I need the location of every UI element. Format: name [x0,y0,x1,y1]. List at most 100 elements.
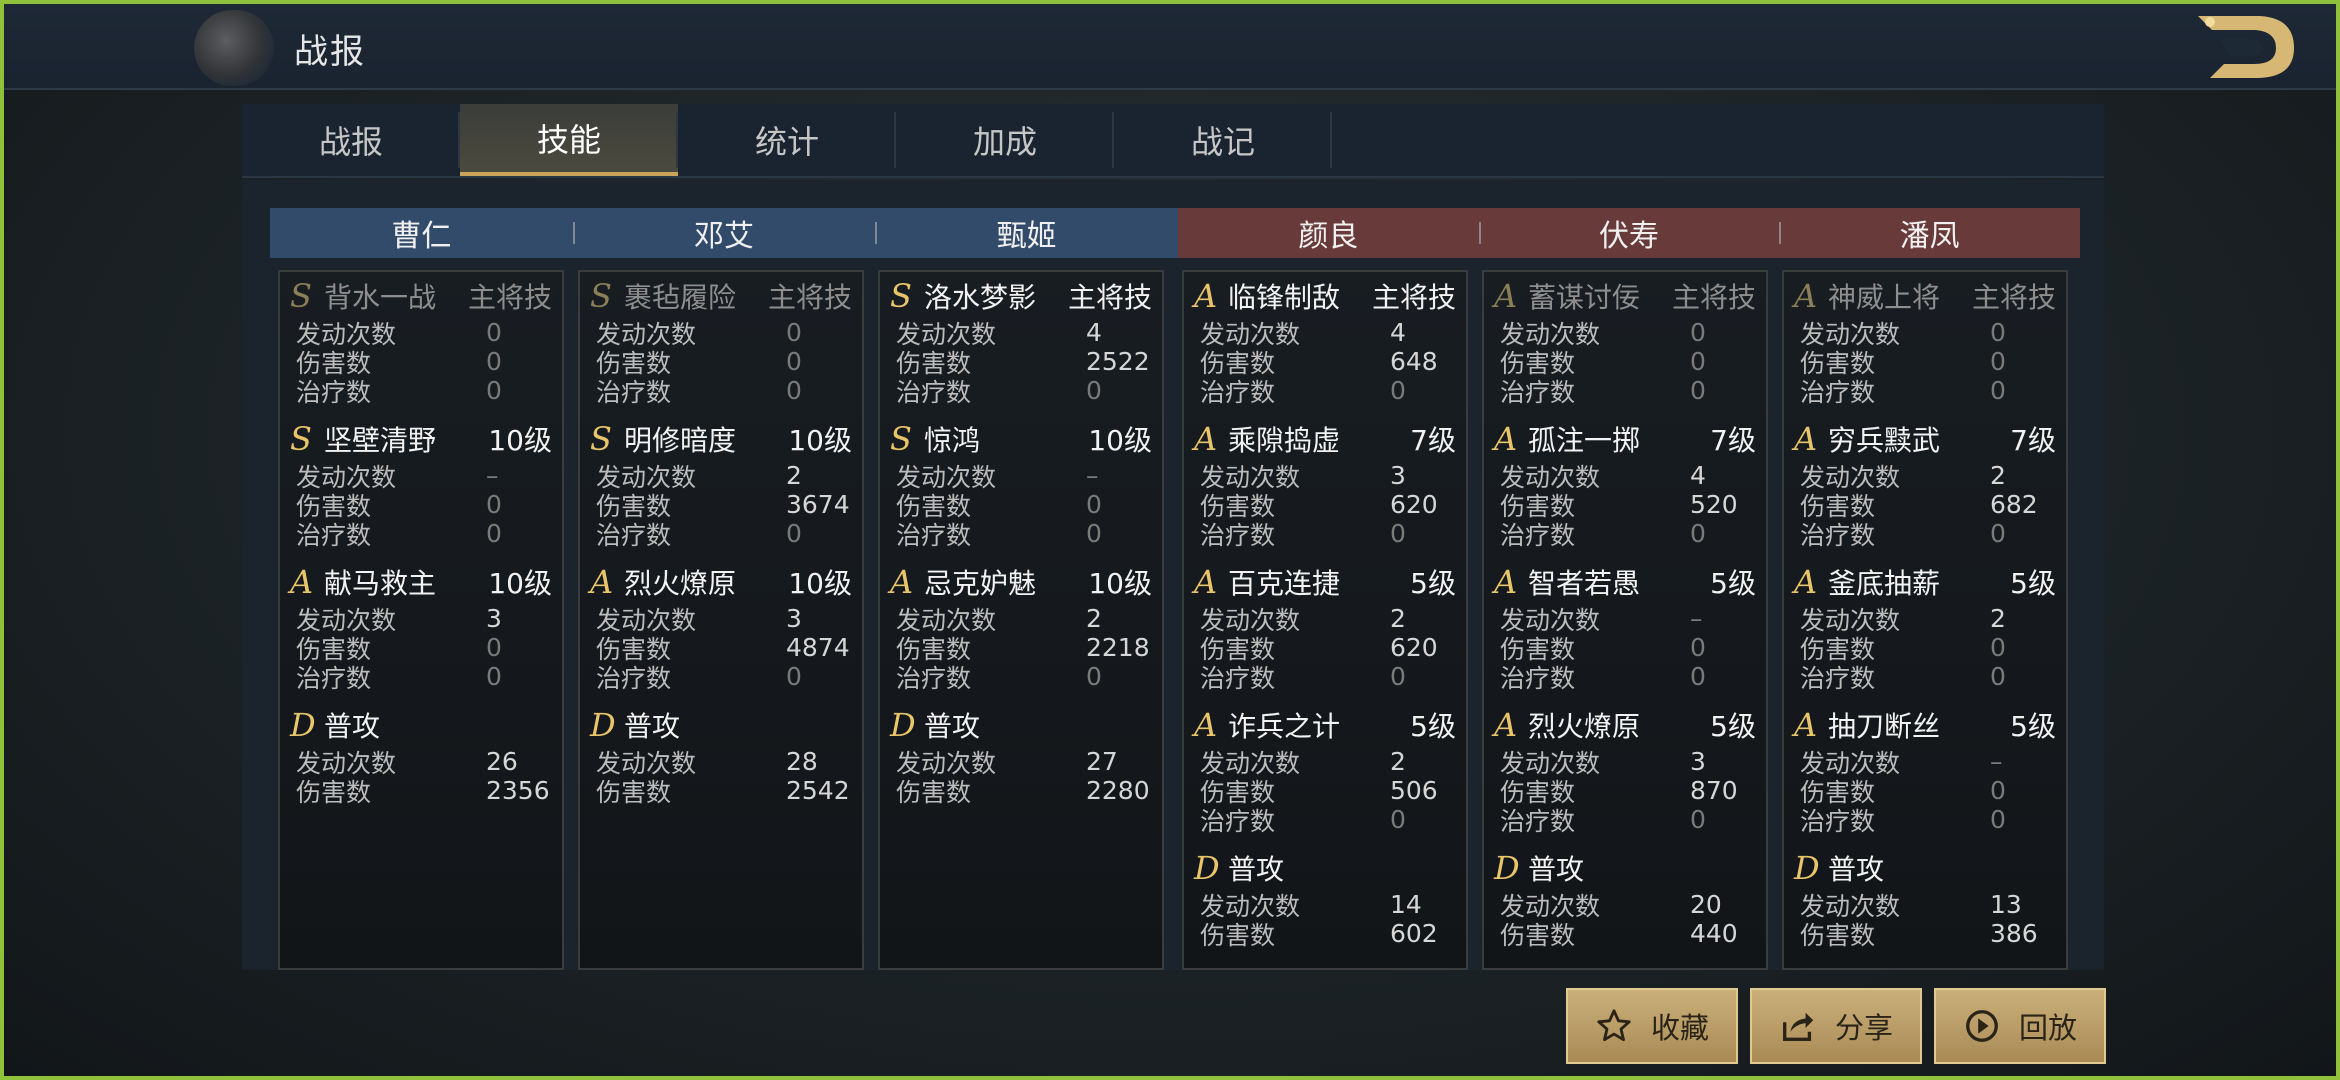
share-button[interactable]: 分享 [1750,988,1922,1064]
skill-title[interactable]: S 明修暗度 10级 [590,415,852,461]
skill-title[interactable]: S 坚壁清野 10级 [290,415,552,461]
hero-skill-column: S 背水一战 主将技 发动次数 0 伤害数 0 治疗数 0 S 坚壁清野 10级 发动次数 – 伤害数 0 治疗… [278,270,564,970]
skill-title[interactable]: S 裹毡履险 主将技 [590,272,852,318]
skill-title[interactable]: A 釜底抽薪 5级 [1794,558,2056,604]
stat-row: 治疗数 0 [290,519,552,550]
skill-title[interactable]: S 惊鸿 10级 [890,415,1152,461]
stat-value: 2280 [1086,776,1150,805]
stat-label: 治疗数 [1200,806,1276,836]
stat-value: 3674 [786,490,850,519]
stat-label: 治疗数 [296,520,372,550]
stat-value: 3 [786,604,802,633]
skill-title[interactable]: D 普攻 [890,701,1152,747]
skill-title[interactable]: A 孤注一掷 7级 [1494,415,1756,461]
skill-title[interactable]: D 普攻 [1494,844,1756,890]
skill-title[interactable]: D 普攻 [290,701,552,747]
stat-value: 0 [1990,805,2006,834]
stat-row: 伤害数 2280 [890,776,1152,807]
skill-title[interactable]: A 智者若愚 5级 [1494,558,1756,604]
skill-name: 乘隙捣虚 [1228,424,1341,457]
skill-name: 釜底抽薪 [1828,567,1941,600]
skill-title[interactable]: A 烈火燎原 5级 [1494,701,1756,747]
stat-value: 0 [1690,347,1706,376]
skill-name: 普攻 [324,710,381,743]
skill-title[interactable]: D 普攻 [1194,844,1456,890]
skills-panel: 曹仁 邓艾 甄姬 颜良 伏寿 潘凤 S 背水一战 主将技 发动次数 0 伤害数 0 治疗数 0 S… [242,180,2104,970]
skill-block: S 惊鸿 10级 发动次数 – 伤害数 0 治疗数 0 [890,415,1152,550]
tab-2[interactable]: 统计 [678,104,896,176]
skill-title[interactable]: D 普攻 [590,701,852,747]
skill-grade: S [890,277,912,315]
skill-level: 主将技 [1371,281,1456,314]
skill-level: 5级 [1710,567,1756,600]
skill-title[interactable]: A 临锋制敌 主将技 [1194,272,1456,318]
stat-row: 治疗数 0 [1794,662,2056,693]
tab-4[interactable]: 战记 [1114,104,1332,176]
skill-name: 穷兵黩武 [1828,424,1941,457]
stat-value: 14 [1390,890,1422,919]
stat-value: 0 [486,662,502,691]
skill-level: 主将技 [1671,281,1756,314]
stat-value: 0 [1390,376,1406,405]
skill-name: 烈火燎原 [1528,710,1641,743]
skill-level: 主将技 [467,281,552,314]
skill-block: D 普攻 发动次数 13 伤害数 386 [1794,844,2056,950]
stat-value: 2 [786,461,802,490]
skill-block: A 烈火燎原 10级 发动次数 3 伤害数 4874 治疗数 0 [590,558,852,693]
stat-value: 0 [786,318,802,347]
back-ornament-icon[interactable] [194,10,274,86]
stat-row: 治疗数 0 [890,519,1152,550]
skill-block: A 烈火燎原 5级 发动次数 3 伤害数 870 治疗数 0 [1494,701,1756,836]
stat-label: 伤害数 [296,777,372,807]
skill-title[interactable]: A 献马救主 10级 [290,558,552,604]
stat-label: 治疗数 [1500,663,1576,693]
stat-value: 26 [486,747,518,776]
skill-grade: A [1494,420,1518,458]
skill-grade: A [1794,563,1818,601]
skill-name: 普攻 [624,710,681,743]
stat-value: 0 [1086,490,1102,519]
tab-3[interactable]: 加成 [896,104,1114,176]
skill-block: D 普攻 发动次数 14 伤害数 602 [1194,844,1456,950]
skill-title[interactable]: D 普攻 [1794,844,2056,890]
star-icon [1597,1009,1631,1042]
skill-title[interactable]: S 背水一战 主将技 [290,272,552,318]
stat-label: 治疗数 [596,663,672,693]
replay-button[interactable]: 回放 [1934,988,2106,1064]
skill-title[interactable]: A 烈火燎原 10级 [590,558,852,604]
stat-value: 620 [1390,633,1438,662]
tab-1[interactable]: 技能 [460,104,678,176]
stat-value: 3 [1390,461,1406,490]
skill-title[interactable]: A 抽刀断丝 5级 [1794,701,2056,747]
stat-value: 648 [1390,347,1438,376]
skill-grade: D [1494,849,1520,887]
skill-grade: A [890,563,914,601]
favorite-button[interactable]: 收藏 [1566,988,1738,1064]
stat-value: 0 [786,519,802,548]
stat-label: 治疗数 [1800,520,1876,550]
skill-name: 献马救主 [324,567,437,600]
stat-value: 0 [1990,519,2006,548]
skill-block: A 孤注一掷 7级 发动次数 4 伤害数 520 治疗数 0 [1494,415,1756,550]
skill-title[interactable]: A 穷兵黩武 7级 [1794,415,2056,461]
skill-title[interactable]: A 乘隙捣虚 7级 [1194,415,1456,461]
skill-title[interactable]: A 诈兵之计 5级 [1194,701,1456,747]
skill-title[interactable]: A 忌克妒魅 10级 [890,558,1152,604]
hero-name: 颜良 [1298,219,1359,254]
skill-title[interactable]: A 百克连捷 5级 [1194,558,1456,604]
skill-title[interactable]: A 神威上将 主将技 [1794,272,2056,318]
skill-block: D 普攻 发动次数 27 伤害数 2280 [890,701,1152,807]
stat-value: 2 [1390,604,1406,633]
stat-label: 治疗数 [896,377,972,407]
skill-title[interactable]: A 蓄谋讨佞 主将技 [1494,272,1756,318]
stat-row: 伤害数 2542 [590,776,852,807]
skill-title[interactable]: S 洛水梦影 主将技 [890,272,1152,318]
stat-value: 13 [1990,890,2022,919]
skill-block: S 明修暗度 10级 发动次数 2 伤害数 3674 治疗数 0 [590,415,852,550]
tab-0[interactable]: 战报 [242,104,460,176]
stat-row: 伤害数 602 [1194,919,1456,950]
skill-level: 10级 [488,567,552,600]
hero-skill-column: A 蓄谋讨佞 主将技 发动次数 0 伤害数 0 治疗数 0 A 孤注一掷 7级 发动次数 4 伤害数 520 治… [1482,270,1768,970]
stat-row: 伤害数 386 [1794,919,2056,950]
skill-level: 5级 [1410,710,1456,743]
